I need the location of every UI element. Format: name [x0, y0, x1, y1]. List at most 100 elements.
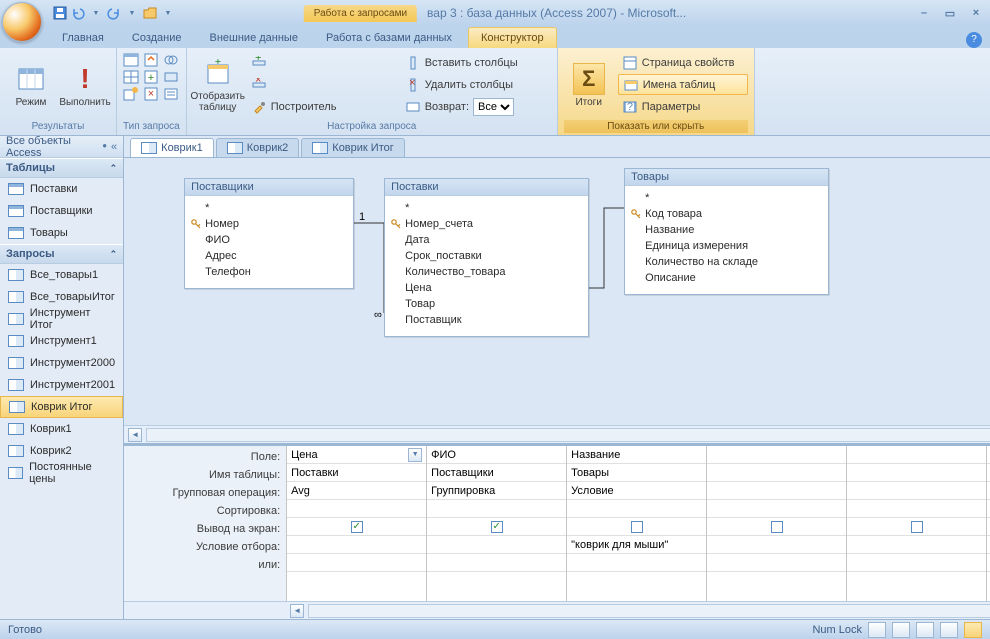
show-cell[interactable]: ✓	[427, 518, 566, 536]
table-field[interactable]: ФИО	[191, 232, 347, 248]
maketable-query-icon[interactable]	[123, 86, 139, 102]
table-cell[interactable]: Поставщики	[427, 464, 566, 482]
minimize-button[interactable]: –	[914, 7, 934, 20]
tab-create[interactable]: Создание	[120, 28, 194, 48]
field-cell[interactable]: ФИО	[427, 446, 566, 464]
grid-hscroll[interactable]: ◄ ►	[124, 601, 990, 619]
diagram-hscroll[interactable]: ◄ ►	[124, 425, 990, 443]
table-field[interactable]: Единица измерения	[631, 238, 822, 254]
field-cell[interactable]	[707, 446, 846, 464]
help-icon[interactable]: ?	[966, 32, 982, 48]
or-cell[interactable]	[427, 554, 566, 572]
table-field[interactable]: Описание	[631, 270, 822, 286]
qat-dropdown-icon[interactable]: ▼	[160, 5, 176, 21]
table-field[interactable]: Дата	[391, 232, 582, 248]
tab-design[interactable]: Конструктор	[468, 27, 557, 48]
table-field[interactable]: Телефон	[191, 264, 347, 280]
parameters-button[interactable]: [?]Параметры	[618, 96, 748, 117]
diagram-table[interactable]: Поставщики *НомерФИОАдресТелефон	[184, 178, 354, 289]
nav-item-query[interactable]: Все_товарыИтог	[0, 286, 123, 308]
builder-button[interactable]: Построитель	[247, 96, 397, 117]
return-combo[interactable]: Возврат: Все	[401, 96, 551, 117]
insert-cols-button[interactable]: Вставить столбцы	[401, 52, 551, 73]
table-field[interactable]: Название	[631, 222, 822, 238]
restore-button[interactable]: ▭	[940, 7, 960, 20]
nav-section-header-tables[interactable]: Таблицы⌃	[0, 158, 123, 178]
property-sheet-button[interactable]: Страница свойств	[618, 52, 748, 73]
checkbox[interactable]	[771, 521, 783, 533]
close-button[interactable]: ×	[966, 7, 986, 20]
dropdown-icon[interactable]: ▼	[124, 5, 140, 21]
groupop-cell[interactable]: Группировка	[427, 482, 566, 500]
tab-home[interactable]: Главная	[50, 28, 116, 48]
criteria-cell[interactable]	[287, 536, 426, 554]
nav-item-table[interactable]: Товары	[0, 222, 123, 244]
table-field[interactable]: Срок_поставки	[391, 248, 582, 264]
passthrough-query-icon[interactable]	[163, 69, 179, 85]
nav-item-query[interactable]: Постоянные цены	[0, 462, 123, 484]
field-cell[interactable]: Цена▼	[287, 446, 426, 464]
or-cell[interactable]	[707, 554, 846, 572]
totals-button[interactable]: Σ Итоги	[564, 52, 614, 118]
dropdown-icon[interactable]: ▼	[88, 5, 104, 21]
table-field[interactable]: Номер_счета	[391, 216, 582, 232]
groupop-cell[interactable]: Условие	[567, 482, 706, 500]
table-title[interactable]: Поставщики	[185, 179, 353, 196]
table-field[interactable]: Адрес	[191, 248, 347, 264]
delete-cols-button[interactable]: ×Удалить столбцы	[401, 74, 551, 95]
nav-item-table[interactable]: Поставщики	[0, 200, 123, 222]
scroll-left-icon[interactable]: ◄	[128, 428, 142, 442]
delete-rows-button[interactable]: ×	[247, 74, 397, 95]
sql-view-button[interactable]	[940, 622, 958, 638]
document-tab[interactable]: Коврик Итог	[301, 138, 404, 157]
nav-header[interactable]: Все объекты Access ●«	[0, 136, 123, 158]
delete-query-icon[interactable]: ×	[143, 86, 159, 102]
table-cell[interactable]: Поставки	[287, 464, 426, 482]
scroll-left-icon[interactable]: ◄	[290, 604, 304, 618]
office-button[interactable]	[2, 2, 42, 42]
query-diagram[interactable]: 1 ∞ Поставщики*НомерФИОАдресТелефонПоста…	[124, 158, 990, 425]
table-field[interactable]: *	[191, 200, 347, 216]
show-cell[interactable]: ✓	[287, 518, 426, 536]
tab-dbtools[interactable]: Работа с базами данных	[314, 28, 464, 48]
table-field[interactable]: Номер	[191, 216, 347, 232]
table-title[interactable]: Товары	[625, 169, 828, 186]
sort-cell[interactable]	[427, 500, 566, 518]
checkbox[interactable]: ✓	[351, 521, 363, 533]
datadef-query-icon[interactable]	[163, 86, 179, 102]
design-view-button[interactable]	[964, 622, 982, 638]
table-field[interactable]: Поставщик	[391, 312, 582, 328]
open-icon[interactable]	[142, 5, 158, 21]
run-button[interactable]: ! Выполнить	[60, 52, 110, 118]
table-field[interactable]: Количество на складе	[631, 254, 822, 270]
diagram-table[interactable]: Товары*Код товараНазваниеЕдиница измерен…	[624, 168, 829, 295]
sort-cell[interactable]	[707, 500, 846, 518]
return-select[interactable]: Все	[473, 98, 514, 116]
nav-item-query[interactable]: Инструмент2000	[0, 352, 123, 374]
table-title[interactable]: Поставки	[385, 179, 588, 196]
nav-item-query[interactable]: Коврик Итог	[0, 396, 123, 418]
show-cell[interactable]	[567, 518, 706, 536]
view-button[interactable]: Режим	[6, 52, 56, 118]
datasheet-view-button[interactable]	[868, 622, 886, 638]
table-field[interactable]: Товар	[391, 296, 582, 312]
or-cell[interactable]	[567, 554, 706, 572]
checkbox[interactable]	[631, 521, 643, 533]
sort-cell[interactable]	[287, 500, 426, 518]
nav-item-query[interactable]: Инструмент1	[0, 330, 123, 352]
groupop-cell[interactable]	[707, 482, 846, 500]
diagram-table[interactable]: Поставки*Номер_счетаДатаСрок_поставкиКол…	[384, 178, 589, 337]
chart-view-button[interactable]	[916, 622, 934, 638]
save-icon[interactable]	[52, 5, 68, 21]
nav-item-query[interactable]: Коврик2	[0, 440, 123, 462]
criteria-cell[interactable]	[427, 536, 566, 554]
field-cell[interactable]: Название	[567, 446, 706, 464]
show-cell[interactable]	[707, 518, 846, 536]
groupop-cell[interactable]: Avg	[287, 482, 426, 500]
crosstab-query-icon[interactable]	[123, 69, 139, 85]
select-query-icon[interactable]	[123, 52, 139, 68]
nav-item-query[interactable]: Инструмент Итог	[0, 308, 123, 330]
table-field[interactable]: *	[631, 190, 822, 206]
nav-dropdown-icon[interactable]: ●	[102, 141, 107, 153]
table-cell[interactable]	[707, 464, 846, 482]
